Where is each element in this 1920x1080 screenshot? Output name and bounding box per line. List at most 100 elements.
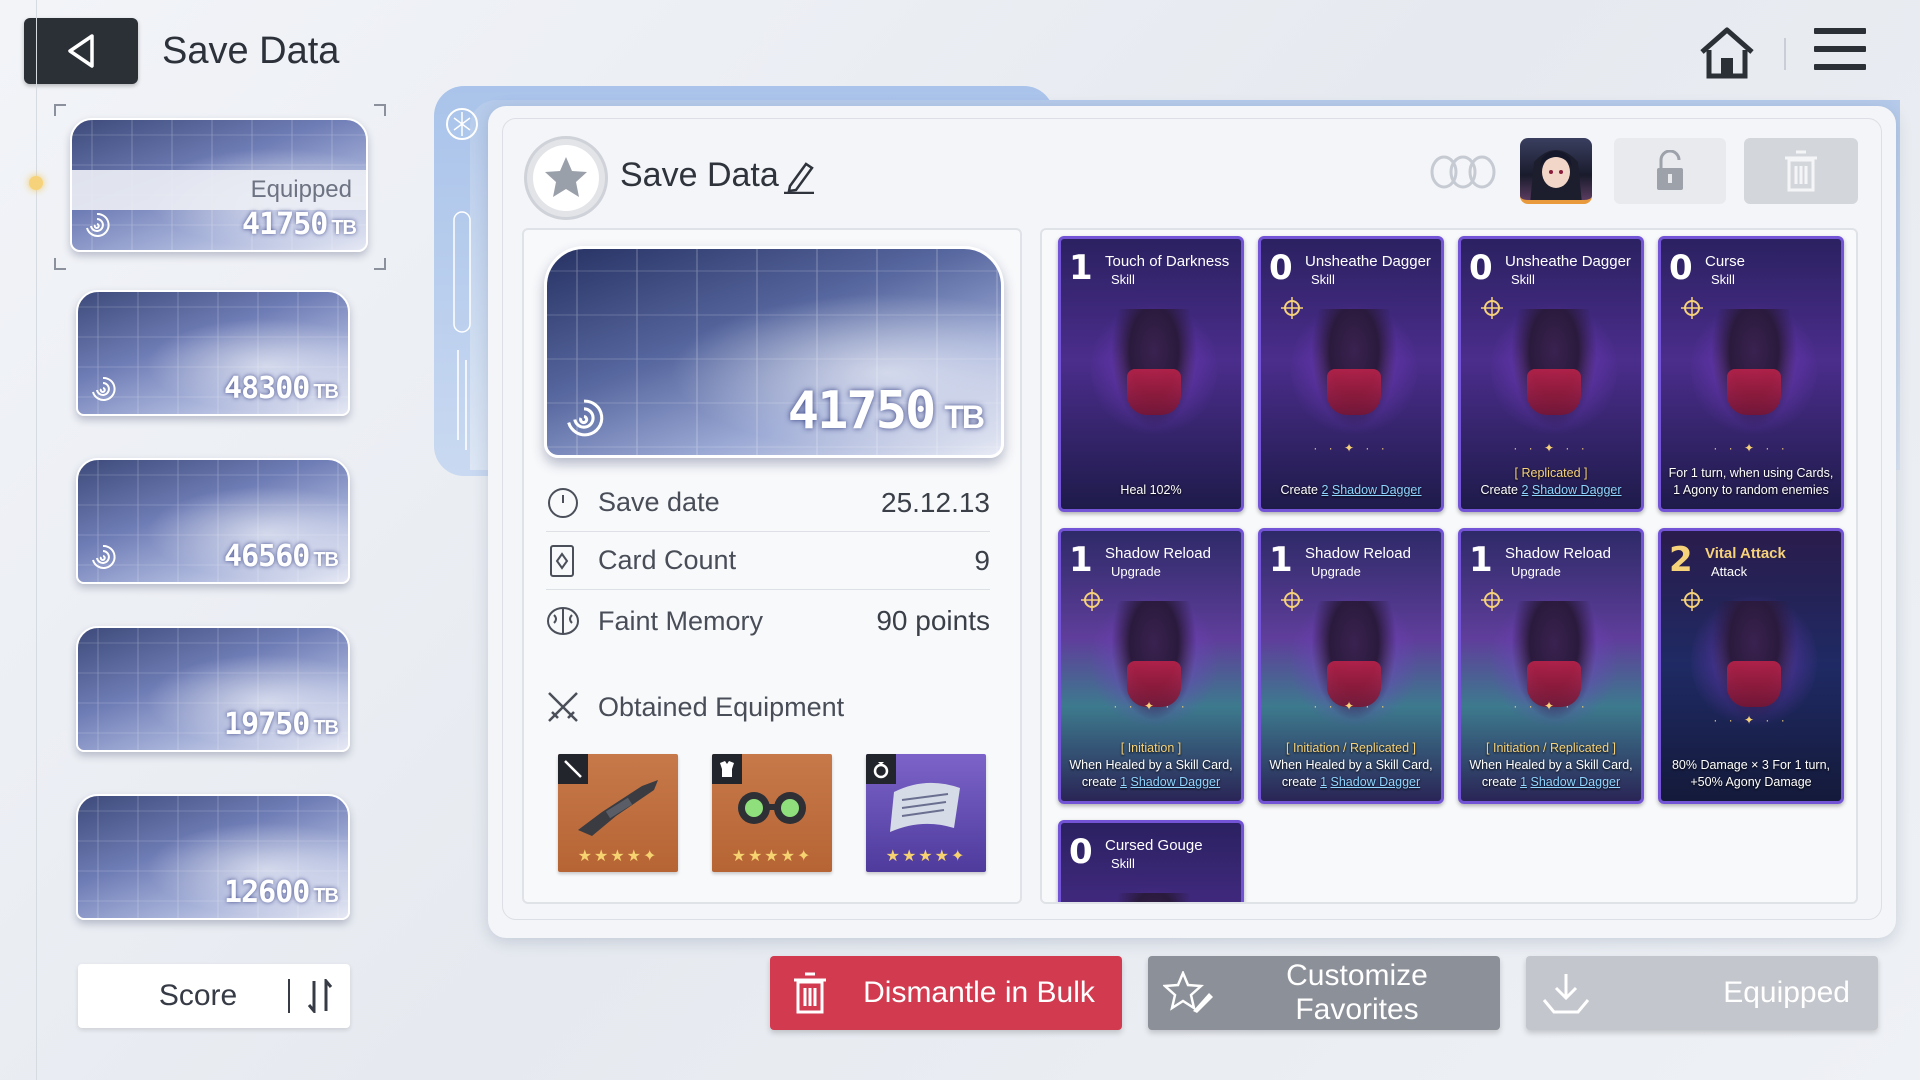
card-cost: 1 xyxy=(1269,540,1293,580)
back-button[interactable] xyxy=(24,18,138,84)
edit-name-button[interactable] xyxy=(784,160,814,195)
card-type: Attack xyxy=(1711,564,1748,579)
menu-button[interactable] xyxy=(1814,28,1866,76)
card-name: Shadow Reload xyxy=(1505,545,1611,562)
card-type: Upgrade xyxy=(1511,564,1561,579)
card-description: Create 2 Shadow Dagger xyxy=(1280,483,1422,497)
card-cost: 0 xyxy=(1669,248,1693,288)
card-name: Shadow Reload xyxy=(1305,545,1411,562)
save-slot[interactable]: 19750 TB xyxy=(76,626,350,752)
card-description: [ Initiation / Replicated ] When Healed b… xyxy=(1469,741,1633,789)
card-type: Skill xyxy=(1511,272,1535,287)
crossed-swords-icon xyxy=(548,692,578,722)
card-cost: 1 xyxy=(1469,540,1493,580)
card-cost: 2 xyxy=(1669,540,1693,580)
save-slot-value: 41750 TB xyxy=(242,207,357,242)
sort-label: Score xyxy=(158,979,238,1012)
card-grid: 1 Touch of Darkness Skill Heal 102% 0 Un… xyxy=(1040,228,1858,904)
swirl-icon xyxy=(86,212,110,237)
save-slot[interactable]: 48300 TB xyxy=(76,290,350,416)
sort-order-icon[interactable] xyxy=(290,979,350,1013)
save-slot[interactable]: 12600 TB xyxy=(76,794,350,920)
card-name: Touch of Darkness xyxy=(1105,253,1230,270)
card-cost: 1 xyxy=(1069,248,1093,288)
home-icon xyxy=(1700,27,1754,79)
home-button[interactable] xyxy=(1696,22,1758,84)
equipment-item[interactable]: ★★★★✦ xyxy=(558,754,678,872)
trash-icon xyxy=(1785,150,1817,192)
pencil-icon xyxy=(784,162,814,195)
selection-bracket xyxy=(374,258,386,270)
card-type: Skill xyxy=(1111,272,1135,287)
goggles-icon xyxy=(738,792,806,824)
card-description: Heal 102% xyxy=(1120,483,1182,497)
dismantle-bulk-button[interactable]: Dismantle in Bulk xyxy=(770,956,1122,1030)
card-description: For 1 turn, when using Cards, 1 Agony to… xyxy=(1668,466,1834,497)
deck-card[interactable]: 0 Cursed Gouge Skill xyxy=(1058,820,1244,902)
header-divider xyxy=(1784,38,1786,70)
page-title: Save Data xyxy=(162,30,340,72)
card-cost: 1 xyxy=(1069,540,1093,580)
sort-button[interactable]: Score xyxy=(78,964,350,1028)
equipped-label: Equipped xyxy=(72,170,366,210)
card-name: Vital Attack xyxy=(1705,545,1786,562)
star-edit-icon xyxy=(1148,971,1228,1015)
equipment-item[interactable]: ★★★★✦ xyxy=(712,754,832,872)
swirl-icon xyxy=(567,399,604,437)
save-value: 41750 TB xyxy=(787,381,985,441)
save-name: Save Data xyxy=(620,156,779,194)
side-strip xyxy=(444,100,480,470)
deck-card[interactable]: 0 Unsheathe Dagger Skill · · ✦ · · [ Rep… xyxy=(1458,236,1644,512)
customize-favorites-button[interactable]: Customize Favorites xyxy=(1148,956,1500,1030)
deck-card[interactable]: 2 Vital Attack Attack · · ✦ · · 80% Dama… xyxy=(1658,528,1844,804)
save-slot[interactable]: 46560 TB xyxy=(76,458,350,584)
equipment-heading: Obtained Equipment xyxy=(546,690,844,724)
card-name: Unsheathe Dagger xyxy=(1505,253,1631,270)
save-slot-value: 48300 TB xyxy=(224,371,339,406)
selected-save-banner: 41750 TB xyxy=(544,246,1004,458)
rings-icon xyxy=(1428,154,1498,190)
selection-bracket xyxy=(54,258,66,270)
card-name: Unsheathe Dagger xyxy=(1305,253,1431,270)
character-avatar[interactable] xyxy=(1520,138,1592,204)
deck-card[interactable]: 0 Unsheathe Dagger Skill · · ✦ · · Creat… xyxy=(1258,236,1444,512)
deck-card[interactable]: 1 Shadow Reload Upgrade · · ✦ · · [ Init… xyxy=(1258,528,1444,804)
save-slot-value: 19750 TB xyxy=(224,707,339,742)
target-icon xyxy=(1081,589,1103,611)
deck-card[interactable]: 1 Touch of Darkness Skill Heal 102% xyxy=(1058,236,1244,512)
card-type: Upgrade xyxy=(1111,564,1161,579)
card-type: Upgrade xyxy=(1311,564,1361,579)
lock-button[interactable] xyxy=(1614,138,1726,204)
card-cost: 0 xyxy=(1069,832,1093,872)
scroll-icon xyxy=(890,782,960,832)
card-description: 80% Damage × 3 For 1 turn, +50% Agony Da… xyxy=(1671,758,1831,789)
card-cost: 0 xyxy=(1269,248,1293,288)
clock-icon xyxy=(546,486,580,520)
card-description: [ Initiation ] When Healed by a Skill Car… xyxy=(1069,741,1233,789)
brain-icon xyxy=(546,604,580,638)
deck-card[interactable]: 0 Curse Skill · · ✦ · · For 1 turn, when… xyxy=(1658,236,1844,512)
trash-icon xyxy=(770,972,850,1014)
swirl-icon xyxy=(92,376,116,401)
deck-card[interactable]: 1 Shadow Reload Upgrade · · ✦ · · [ Init… xyxy=(1458,528,1644,804)
sidebar-rail xyxy=(36,0,37,1080)
deck-card[interactable]: 1 Shadow Reload Upgrade · · ✦ · · [ Init… xyxy=(1058,528,1244,804)
target-icon xyxy=(1481,589,1503,611)
swirl-icon xyxy=(92,544,116,569)
equipment-item[interactable]: ★★★★✦ xyxy=(866,754,986,872)
save-emblem xyxy=(524,136,608,220)
delete-save-button[interactable] xyxy=(1744,138,1858,204)
info-row-card-count: Card Count 9 xyxy=(546,532,990,590)
menu-icon xyxy=(1814,28,1866,34)
target-icon xyxy=(1281,297,1303,319)
target-icon xyxy=(1681,589,1703,611)
card-name: Cursed Gouge xyxy=(1105,837,1203,854)
save-slot-value: 12600 TB xyxy=(224,875,339,910)
card-name: Curse xyxy=(1705,253,1746,270)
back-arrow-icon xyxy=(68,34,94,68)
save-slot[interactable]: Equipped 41750 TB xyxy=(70,118,368,252)
target-icon xyxy=(1681,297,1703,319)
card-cost: 0 xyxy=(1469,248,1493,288)
selected-marker xyxy=(29,176,43,190)
equipped-button[interactable]: Equipped xyxy=(1526,956,1878,1030)
